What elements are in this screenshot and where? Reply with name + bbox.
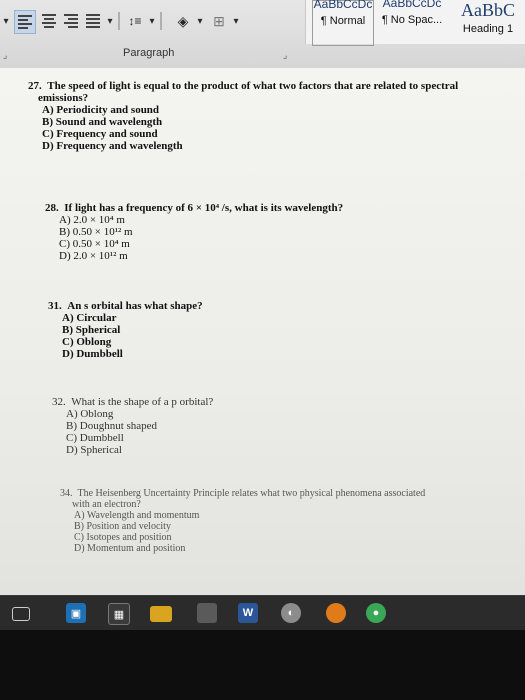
answer-option: A) Oblong [66,408,114,420]
answer-option: C) Isotopes and position [74,532,172,543]
calculator-icon[interactable]: ▦ [108,603,130,625]
question-text: 32. What is the shape of a p orbital? [52,396,214,408]
question-text: 28. If light has a frequency of 6 × 10⁴ … [45,202,344,214]
align-left-button[interactable] [14,10,36,34]
style-heading-1[interactable]: AaBbC Heading 1 [452,0,524,44]
answer-option: C) 0.50 × 10⁴ m [59,238,130,250]
line-spacing-button[interactable]: ↕≡ [124,10,146,32]
style-normal[interactable]: AaBbCcDc ¶ Normal [312,0,374,46]
style-preview: AaBbC [461,0,515,20]
style-preview: AaBbCcDc [382,0,442,10]
store-icon[interactable]: ▣ [66,603,86,623]
answer-option: C) Oblong [62,336,112,348]
task-view-icon[interactable] [12,607,30,621]
question-text-cont: with an electron? [72,499,141,510]
answer-option: C) Dumbbell [66,432,124,444]
line-spacing-icon: ↕≡ [128,14,142,28]
answer-option: C) Frequency and sound [42,128,158,140]
answer-option: D) 2.0 × 10¹² m [59,250,128,262]
justify-button[interactable] [84,10,102,32]
question-27: 27. The speed of light is equal to the p… [28,80,520,152]
answer-option: B) Spherical [62,324,121,336]
borders-button[interactable]: ⊞ [208,10,230,32]
shading-button[interactable]: ◈ [172,10,194,32]
answer-option: A) Circular [62,312,117,324]
app-icon[interactable] [197,603,217,623]
answer-option: B) 0.50 × 10¹² m [59,226,133,238]
borders-dropdown-arrow-icon[interactable]: ▾ [232,10,240,32]
answer-option: A) Periodicity and sound [42,104,160,116]
align-right-button[interactable] [62,10,80,32]
shading-dropdown-arrow-icon[interactable]: ▾ [196,10,204,32]
toolbar-divider [118,12,120,30]
answer-option: B) Sound and wavelength [42,116,163,128]
toolbar-divider [160,12,162,30]
justify-icon [86,12,100,30]
word-ribbon: ▾ ▾ ↕≡ ▾ ◈ ▾ ⊞ ▾ AaBbCcDc ¶ Normal AaBbC… [0,0,525,69]
document-page[interactable]: 27. The speed of light is equal to the p… [0,68,525,595]
folder-icon[interactable] [150,606,172,622]
align-center-button[interactable] [40,10,58,32]
paragraph-group-label: Paragraph [123,47,175,59]
question-34: 34. The Heisenberg Uncertainty Principle… [60,488,500,554]
word-icon[interactable]: W [238,603,258,623]
bullets-dropdown-arrow-icon[interactable]: ▾ [2,10,10,32]
screen-bezel [0,630,525,700]
style-no-spacing[interactable]: AaBbCcDc ¶ No Spac... [376,0,448,44]
answer-option: B) Position and velocity [74,521,171,532]
answer-option: B) Doughnut shaped [66,420,158,432]
answer-option: A) 2.0 × 10⁴ m [59,214,125,226]
question-text: 31. An s orbital has what shape? [48,300,203,312]
style-name: ¶ No Spac... [381,14,443,26]
answer-option: A) Wavelength and momentum [74,510,200,521]
firefox-icon[interactable] [326,603,346,623]
font-dialog-launcher-icon[interactable]: ⌟ [3,50,7,61]
style-name: Heading 1 [462,23,514,35]
question-text: 27. The speed of light is equal to the p… [28,80,459,92]
answer-option: D) Frequency and wavelength [42,140,183,152]
question-32: 32. What is the shape of a p orbital? A)… [52,396,352,456]
align-left-icon [18,13,32,31]
styles-gallery: AaBbCcDc ¶ Normal AaBbCcDc ¶ No Spac... … [305,0,525,46]
question-text-cont: emissions? [38,92,89,104]
align-center-icon [42,12,56,30]
question-28: 28. If light has a frequency of 6 × 10⁴ … [45,202,505,262]
style-preview: AaBbCcDc [313,0,373,11]
answer-option: D) Spherical [66,444,122,456]
answer-option: D) Dumbbell [62,348,123,360]
chrome-icon[interactable]: ● [366,603,386,623]
windows-taskbar: ▣ ▦ W ◐ ● [0,595,525,631]
justify-dropdown-arrow-icon[interactable]: ▾ [106,10,114,32]
style-name: ¶ Normal [320,15,366,27]
edge-icon[interactable]: ◐ [281,603,301,623]
line-spacing-dropdown-arrow-icon[interactable]: ▾ [148,10,156,32]
question-31: 31. An s orbital has what shape? A) Circ… [48,300,348,360]
borders-icon: ⊞ [213,12,225,29]
answer-option: D) Momentum and position [74,543,186,554]
paragraph-dialog-launcher-icon[interactable]: ⌟ [283,50,287,61]
question-text: 34. The Heisenberg Uncertainty Principle… [60,488,426,499]
paragraph-toolbar: ▾ ▾ ↕≡ ▾ ◈ ▾ ⊞ ▾ [0,4,290,40]
align-right-icon [64,12,78,30]
paint-bucket-icon: ◈ [177,12,189,29]
